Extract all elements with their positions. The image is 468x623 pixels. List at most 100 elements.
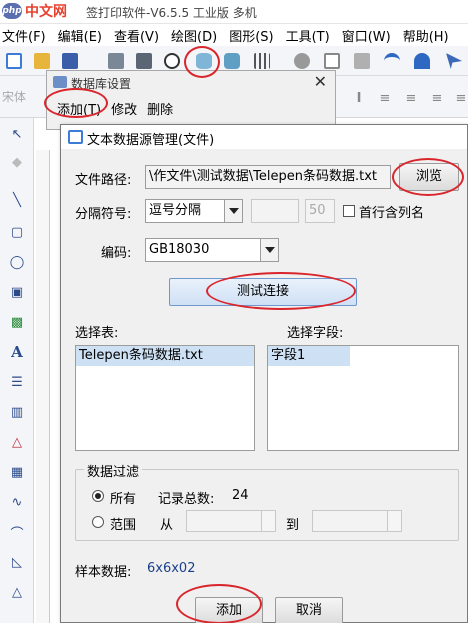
database-dialog-title: 数据库设置 xyxy=(71,77,132,91)
add-datasource-menu[interactable]: 添加(T) xyxy=(57,99,101,118)
stepper-down-icon xyxy=(387,521,401,531)
delete-datasource-menu[interactable]: 删除 xyxy=(147,99,173,118)
menu-shape[interactable]: 图形(S) xyxy=(229,26,279,45)
file-path-label: 文件路径: xyxy=(75,173,132,188)
menu-tools[interactable]: 工具(T) xyxy=(286,26,336,45)
image-tool-icon[interactable]: ▣ xyxy=(7,282,27,302)
align-left-icon[interactable]: ≡ xyxy=(376,90,394,108)
data-filter-title: 数据过滤 xyxy=(84,461,143,480)
menu-window[interactable]: 窗口(W) xyxy=(342,26,397,45)
picture-tool-icon[interactable]: ▩ xyxy=(7,312,27,332)
separator-extra-input: 50 xyxy=(305,199,335,223)
range-to-stepper xyxy=(312,510,402,532)
first-row-header-checkbox[interactable] xyxy=(343,205,355,217)
text-tool-icon[interactable]: A xyxy=(7,342,27,362)
list-item[interactable]: 字段1 xyxy=(268,346,350,366)
menu-draw[interactable]: 绘图(D) xyxy=(171,26,223,45)
separator-select[interactable]: 逗号分隔 xyxy=(145,199,243,223)
warning-shape-icon[interactable]: △ xyxy=(7,432,27,452)
range-to-label: 到 xyxy=(286,518,300,533)
undo-icon[interactable] xyxy=(382,51,402,71)
save-icon[interactable] xyxy=(60,51,80,71)
file-path-input[interactable]: \作文件\测试数据\Telepen条码数据.txt xyxy=(145,165,391,189)
test-connection-button[interactable]: 测试连接 xyxy=(169,278,357,306)
curve-tool-icon[interactable]: ∿ xyxy=(7,492,27,512)
new-file-icon[interactable] xyxy=(4,51,24,71)
justify-icon[interactable]: ≡ xyxy=(452,90,468,108)
paste-icon[interactable] xyxy=(352,51,372,71)
record-count-label: 记录总数: xyxy=(158,492,215,507)
polyline-tool-icon[interactable]: ◺ xyxy=(7,552,27,572)
filter-all-label: 所有 xyxy=(110,492,137,507)
add-button[interactable]: 添加 xyxy=(195,597,263,623)
data-filter-group: 数据过滤 所有 记录总数: 24 范围 从 到 xyxy=(75,461,459,541)
bold-icon[interactable]: I xyxy=(350,90,368,108)
print-preview-icon[interactable] xyxy=(106,51,126,71)
filter-range-radio[interactable] xyxy=(92,516,104,528)
pointer-icon[interactable] xyxy=(444,51,464,71)
chevron-down-icon xyxy=(224,200,242,222)
database-settings-dialog: 数据库设置 ✕ 添加(T) 修改 删除 xyxy=(46,70,336,130)
tool-sidebar: ↖ ◆ ╲ ▢ ◯ ▣ ▩ A ☰ ▥ △ ▦ ∿ ⌒ ◺ △ xyxy=(0,118,34,623)
database-settings-icon[interactable] xyxy=(222,51,242,71)
vertical-ruler xyxy=(36,150,50,623)
sample-data-label: 样本数据: xyxy=(75,565,132,580)
watermark-text: 中文网 xyxy=(25,4,67,20)
cut-icon[interactable] xyxy=(292,51,312,71)
encoding-label: 编码: xyxy=(101,246,132,261)
datasource-dialog-icon xyxy=(68,130,83,144)
database-icon[interactable] xyxy=(194,51,214,71)
database-dialog-icon xyxy=(53,76,67,88)
first-row-header-label: 首行含列名 xyxy=(359,206,425,221)
ellipse-tool-icon[interactable]: ◯ xyxy=(7,252,27,272)
filter-all-radio[interactable] xyxy=(92,490,104,502)
line-tool-icon[interactable]: ╲ xyxy=(7,190,27,210)
menu-file[interactable]: 文件(F) xyxy=(0,26,52,45)
encoding-value: GB18030 xyxy=(149,242,210,257)
align-center-icon[interactable]: ≡ xyxy=(402,90,420,108)
paragraph-tool-icon[interactable]: ☰ xyxy=(7,372,27,392)
print-icon[interactable] xyxy=(134,51,154,71)
select-field-label: 选择字段: xyxy=(287,326,344,341)
edit-datasource-menu[interactable]: 修改 xyxy=(111,99,137,118)
font-name-field[interactable]: 宋体 xyxy=(2,88,26,105)
arc-tool-icon[interactable]: ⌒ xyxy=(7,522,27,542)
range-from-label: 从 xyxy=(160,518,174,533)
table-list[interactable]: Telepen条码数据.txt xyxy=(75,345,255,451)
stepper-up-icon xyxy=(387,511,401,521)
qrcode-tool-icon[interactable]: ▦ xyxy=(7,462,27,482)
sample-data-value: 6x6x02 xyxy=(147,561,196,576)
select-arrow-icon[interactable]: ↖ xyxy=(7,124,27,144)
list-item[interactable]: Telepen条码数据.txt xyxy=(76,346,254,366)
menu-view[interactable]: 查看(V) xyxy=(114,26,165,45)
app-titlebar: php 中文网 签打印软件-V6.5.5 工业版 多机 xyxy=(0,0,468,24)
rectangle-tool-icon[interactable]: ▢ xyxy=(7,222,27,242)
triangle-tool-icon[interactable]: △ xyxy=(7,582,27,602)
stepper-down-icon xyxy=(261,521,275,531)
copy-icon[interactable] xyxy=(322,51,342,71)
field-list[interactable]: 字段1 xyxy=(267,345,459,451)
custom-separator-input xyxy=(251,199,299,223)
grid-icon[interactable] xyxy=(252,51,272,71)
cancel-button[interactable]: 取消 xyxy=(275,597,343,623)
database-dialog-menu: 添加(T) 修改 删除 xyxy=(57,99,173,118)
open-folder-icon[interactable] xyxy=(32,51,52,71)
redo-icon[interactable] xyxy=(412,51,432,71)
zoom-icon[interactable] xyxy=(162,51,182,71)
datasource-dialog-titlebar: 文本数据源管理(文件) xyxy=(61,125,467,149)
datasource-dialog-title: 文本数据源管理(文件) xyxy=(87,133,215,148)
menubar: 文件(F) 编辑(E) 查看(V) 绘图(D) 图形(S) 工具(T) 窗口(W… xyxy=(0,24,468,46)
watermark-logo: php xyxy=(2,3,22,19)
stepper-up-icon xyxy=(261,511,275,521)
watermark: php 中文网 xyxy=(2,0,67,22)
close-icon[interactable]: ✕ xyxy=(314,72,327,91)
encoding-select[interactable]: GB18030 xyxy=(145,238,279,262)
menu-edit[interactable]: 编辑(E) xyxy=(58,26,108,45)
app-title: 签打印软件-V6.5.5 工业版 多机 xyxy=(86,6,257,20)
browse-button[interactable]: 浏览 xyxy=(399,163,459,191)
menu-help[interactable]: 帮助(H) xyxy=(403,26,455,45)
align-right-icon[interactable]: ≡ xyxy=(428,90,446,108)
barcode-tool-icon[interactable]: ▥ xyxy=(7,402,27,422)
text-datasource-dialog: 文本数据源管理(文件) 文件路径: \作文件\测试数据\Telepen条码数据.… xyxy=(60,124,468,623)
separator-value: 逗号分隔 xyxy=(149,203,202,218)
